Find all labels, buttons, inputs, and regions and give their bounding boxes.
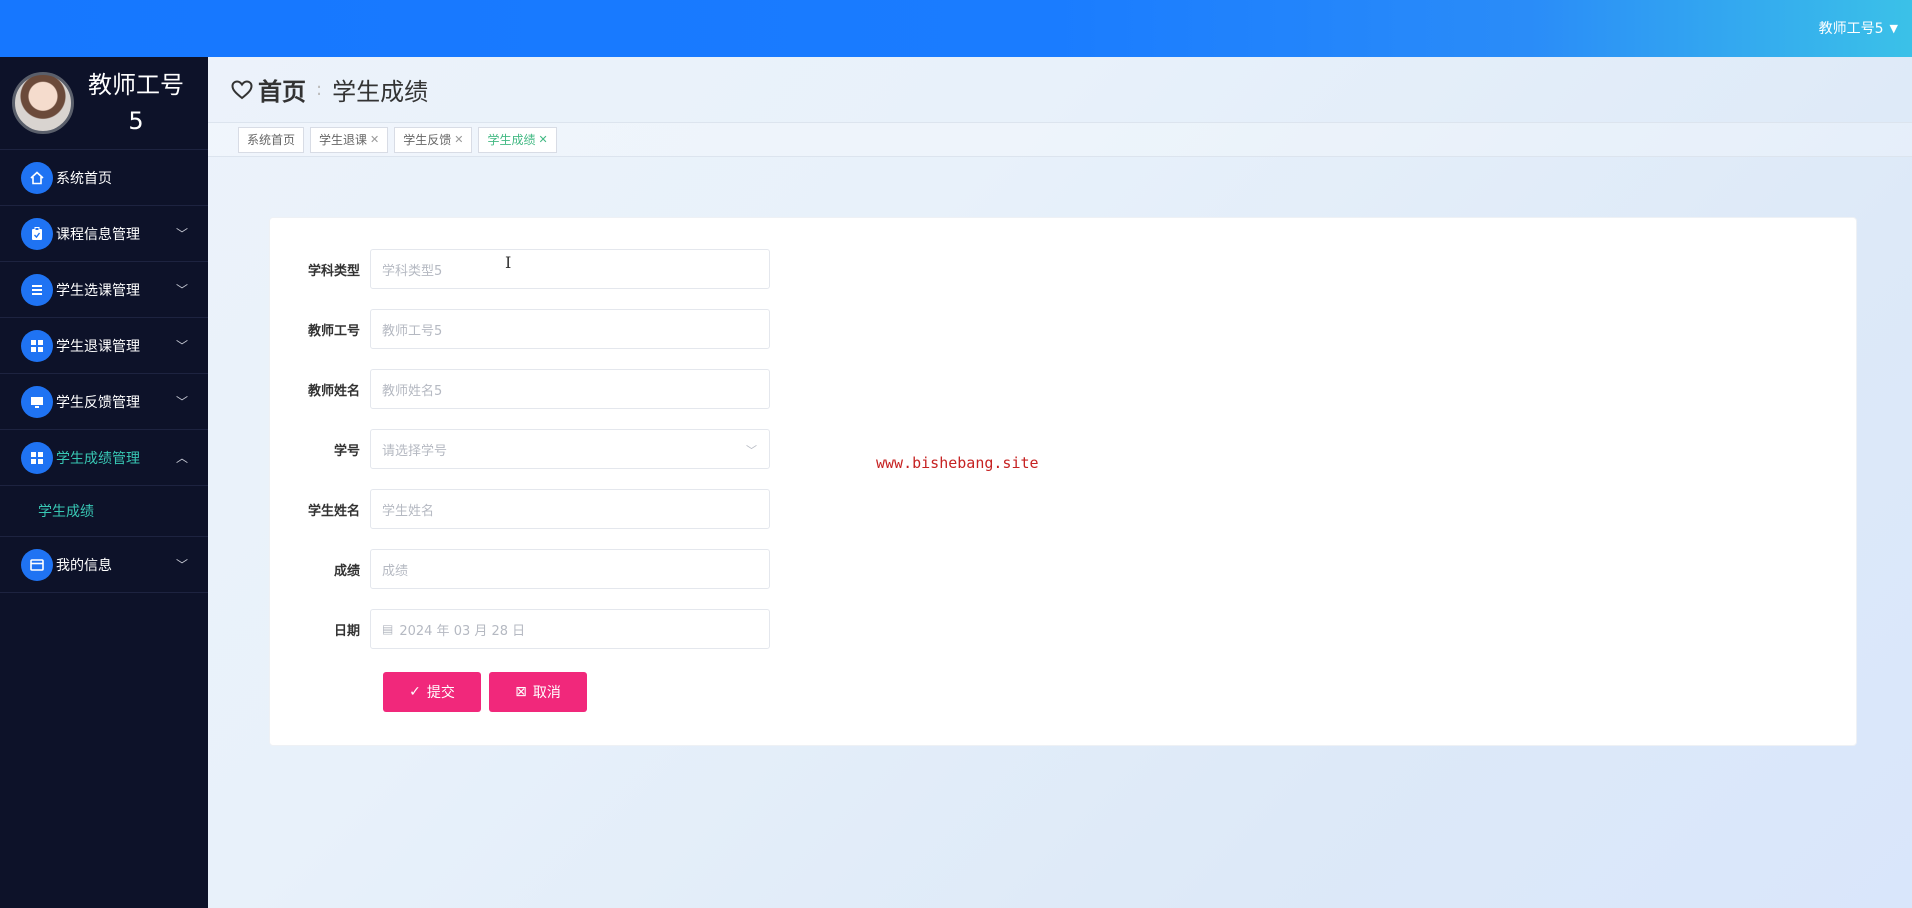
form-card: 学科类型 学科类型5 教师工号 教师工号5 教师姓名 教师姓名5 学号 请选择学…	[269, 217, 1857, 746]
field-label: 学生姓名	[307, 503, 360, 519]
sidebar-subitem-grades[interactable]: 学生成绩	[0, 486, 208, 537]
grid-icon	[21, 329, 53, 362]
score-input[interactable]: 成绩	[370, 549, 770, 589]
chevron-down-icon: ﹀	[175, 283, 188, 297]
sidebar-item-label: 学生反馈管理	[56, 394, 140, 411]
date-picker[interactable]: ▤ 2024 年 03 月 28 日	[370, 609, 770, 649]
student-name-input[interactable]: 学生姓名	[370, 489, 770, 529]
field-label: 教师姓名	[307, 383, 360, 399]
sidebar-item-label: 我的信息	[56, 557, 112, 574]
sidebar-subitem-label: 学生成绩	[38, 504, 94, 520]
chevron-up-icon: ︿	[175, 451, 188, 465]
watermark: www.bishebang.site	[876, 454, 1039, 472]
form-row-score: 成绩 成绩	[270, 549, 790, 589]
field-label: 学科类型	[307, 263, 360, 279]
tab-system-home[interactable]: 系统首页	[238, 126, 305, 153]
form-row-subject: 学科类型 学科类型5	[270, 249, 790, 289]
tab-label: 学生成绩	[487, 133, 536, 147]
tab-label: 系统首页	[247, 133, 296, 147]
sidebar-item-my-info[interactable]: 我的信息 ﹀	[0, 537, 208, 593]
field-value: 2024 年 03 月 28 日	[399, 623, 526, 639]
user-menu[interactable]: 教师工号5 ▼	[1819, 18, 1898, 38]
sidebar-item-label: 系统首页	[56, 170, 112, 187]
sidebar-item-home[interactable]: 系统首页	[0, 150, 208, 206]
text-cursor-icon: I	[505, 253, 512, 272]
submit-button[interactable]: ✓ 提交	[383, 672, 481, 712]
chevron-down-icon: ﹀	[175, 558, 188, 572]
sidebar-item-course-drop[interactable]: 学生退课管理 ﹀	[0, 318, 208, 374]
home-icon	[21, 161, 53, 194]
chevron-down-icon: ﹀	[175, 227, 188, 241]
grid-icon	[21, 441, 53, 474]
breadcrumb-home[interactable]: 首页	[258, 72, 306, 107]
tab-feedback[interactable]: 学生反馈 ✕	[394, 126, 473, 153]
teacher-name-input[interactable]: 教师姓名5	[370, 369, 770, 409]
subject-type-input[interactable]: 学科类型5	[370, 249, 770, 289]
form-row-teacher-name: 教师姓名 教师姓名5	[270, 369, 790, 409]
sidebar-item-label: 学生选课管理	[56, 282, 140, 299]
sidebar-item-label: 课程信息管理	[56, 226, 140, 243]
tab-course-drop[interactable]: 学生退课 ✕	[310, 126, 389, 153]
field-value: 教师姓名5	[382, 383, 443, 399]
teacher-id-input[interactable]: 教师工号5	[370, 309, 770, 349]
user-name: 教师工号5	[1818, 21, 1884, 37]
chevron-down-icon: ﹀	[175, 339, 188, 353]
sidebar-item-label: 学生退课管理	[56, 338, 140, 355]
field-label: 日期	[333, 623, 360, 639]
breadcrumb-separator: :	[316, 79, 323, 100]
sidebar-item-grades[interactable]: 学生成绩管理 ︿	[0, 430, 208, 486]
close-box-icon: ⊠	[515, 684, 527, 700]
field-value: 学生姓名	[382, 503, 435, 519]
check-icon: ✓	[409, 684, 421, 700]
tab-label: 学生反馈	[403, 133, 452, 147]
avatar	[12, 72, 74, 134]
monitor-icon	[21, 385, 53, 418]
form-row-student-id: 学号 请选择学号 ﹀	[270, 429, 790, 469]
list-icon	[21, 273, 53, 306]
field-label: 学号	[333, 443, 360, 459]
sidebar-item-label: 学生成绩管理	[56, 450, 140, 467]
close-icon[interactable]: ✕	[539, 133, 548, 146]
close-icon[interactable]: ✕	[370, 133, 379, 146]
tab-label: 学生退课	[319, 133, 368, 147]
tab-bar: 系统首页 学生退课 ✕ 学生反馈 ✕ 学生成绩 ✕	[208, 122, 1912, 157]
chevron-down-icon: ﹀	[746, 444, 757, 457]
field-value: 教师工号5	[382, 323, 443, 339]
profile-name: 教师工号5	[88, 71, 184, 135]
form-row-teacher-id: 教师工号 教师工号5	[270, 309, 790, 349]
breadcrumb-current: 学生成绩	[332, 78, 429, 106]
chevron-down-icon: ﹀	[175, 395, 188, 409]
breadcrumb: 首页 : 学生成绩	[208, 57, 1912, 122]
submit-label: 提交	[426, 685, 455, 701]
field-value: 学科类型5	[382, 263, 443, 279]
heart-icon	[231, 79, 253, 99]
field-value: 成绩	[382, 563, 409, 579]
field-label: 教师工号	[307, 323, 360, 339]
caret-down-icon: ▼	[1889, 21, 1898, 35]
sidebar-item-course-select[interactable]: 学生选课管理 ﹀	[0, 262, 208, 318]
cancel-button[interactable]: ⊠ 取消	[489, 672, 587, 712]
calendar-icon: ▤	[382, 622, 394, 636]
cancel-label: 取消	[532, 685, 561, 701]
clipboard-icon	[21, 217, 53, 250]
field-label: 成绩	[333, 563, 360, 579]
form-row-date: 日期 ▤ 2024 年 03 月 28 日	[270, 609, 790, 649]
sidebar-item-course-info[interactable]: 课程信息管理 ﹀	[0, 206, 208, 262]
sidebar-item-feedback[interactable]: 学生反馈管理 ﹀	[0, 374, 208, 430]
student-id-select[interactable]: 请选择学号 ﹀	[370, 429, 770, 469]
field-value: 请选择学号	[382, 443, 448, 459]
form-row-student-name: 学生姓名 学生姓名	[270, 489, 790, 529]
card-icon	[21, 548, 53, 581]
tab-grades[interactable]: 学生成绩 ✕	[478, 126, 557, 153]
close-icon[interactable]: ✕	[454, 133, 463, 146]
top-bar: 教师工号5 ▼	[0, 0, 1912, 57]
sidebar: 教师工号5 系统首页 课程信息管理 ﹀ 学生选课管理 ﹀ 学生退课管理 ﹀ 学生…	[0, 57, 208, 908]
profile: 教师工号5	[0, 57, 208, 150]
